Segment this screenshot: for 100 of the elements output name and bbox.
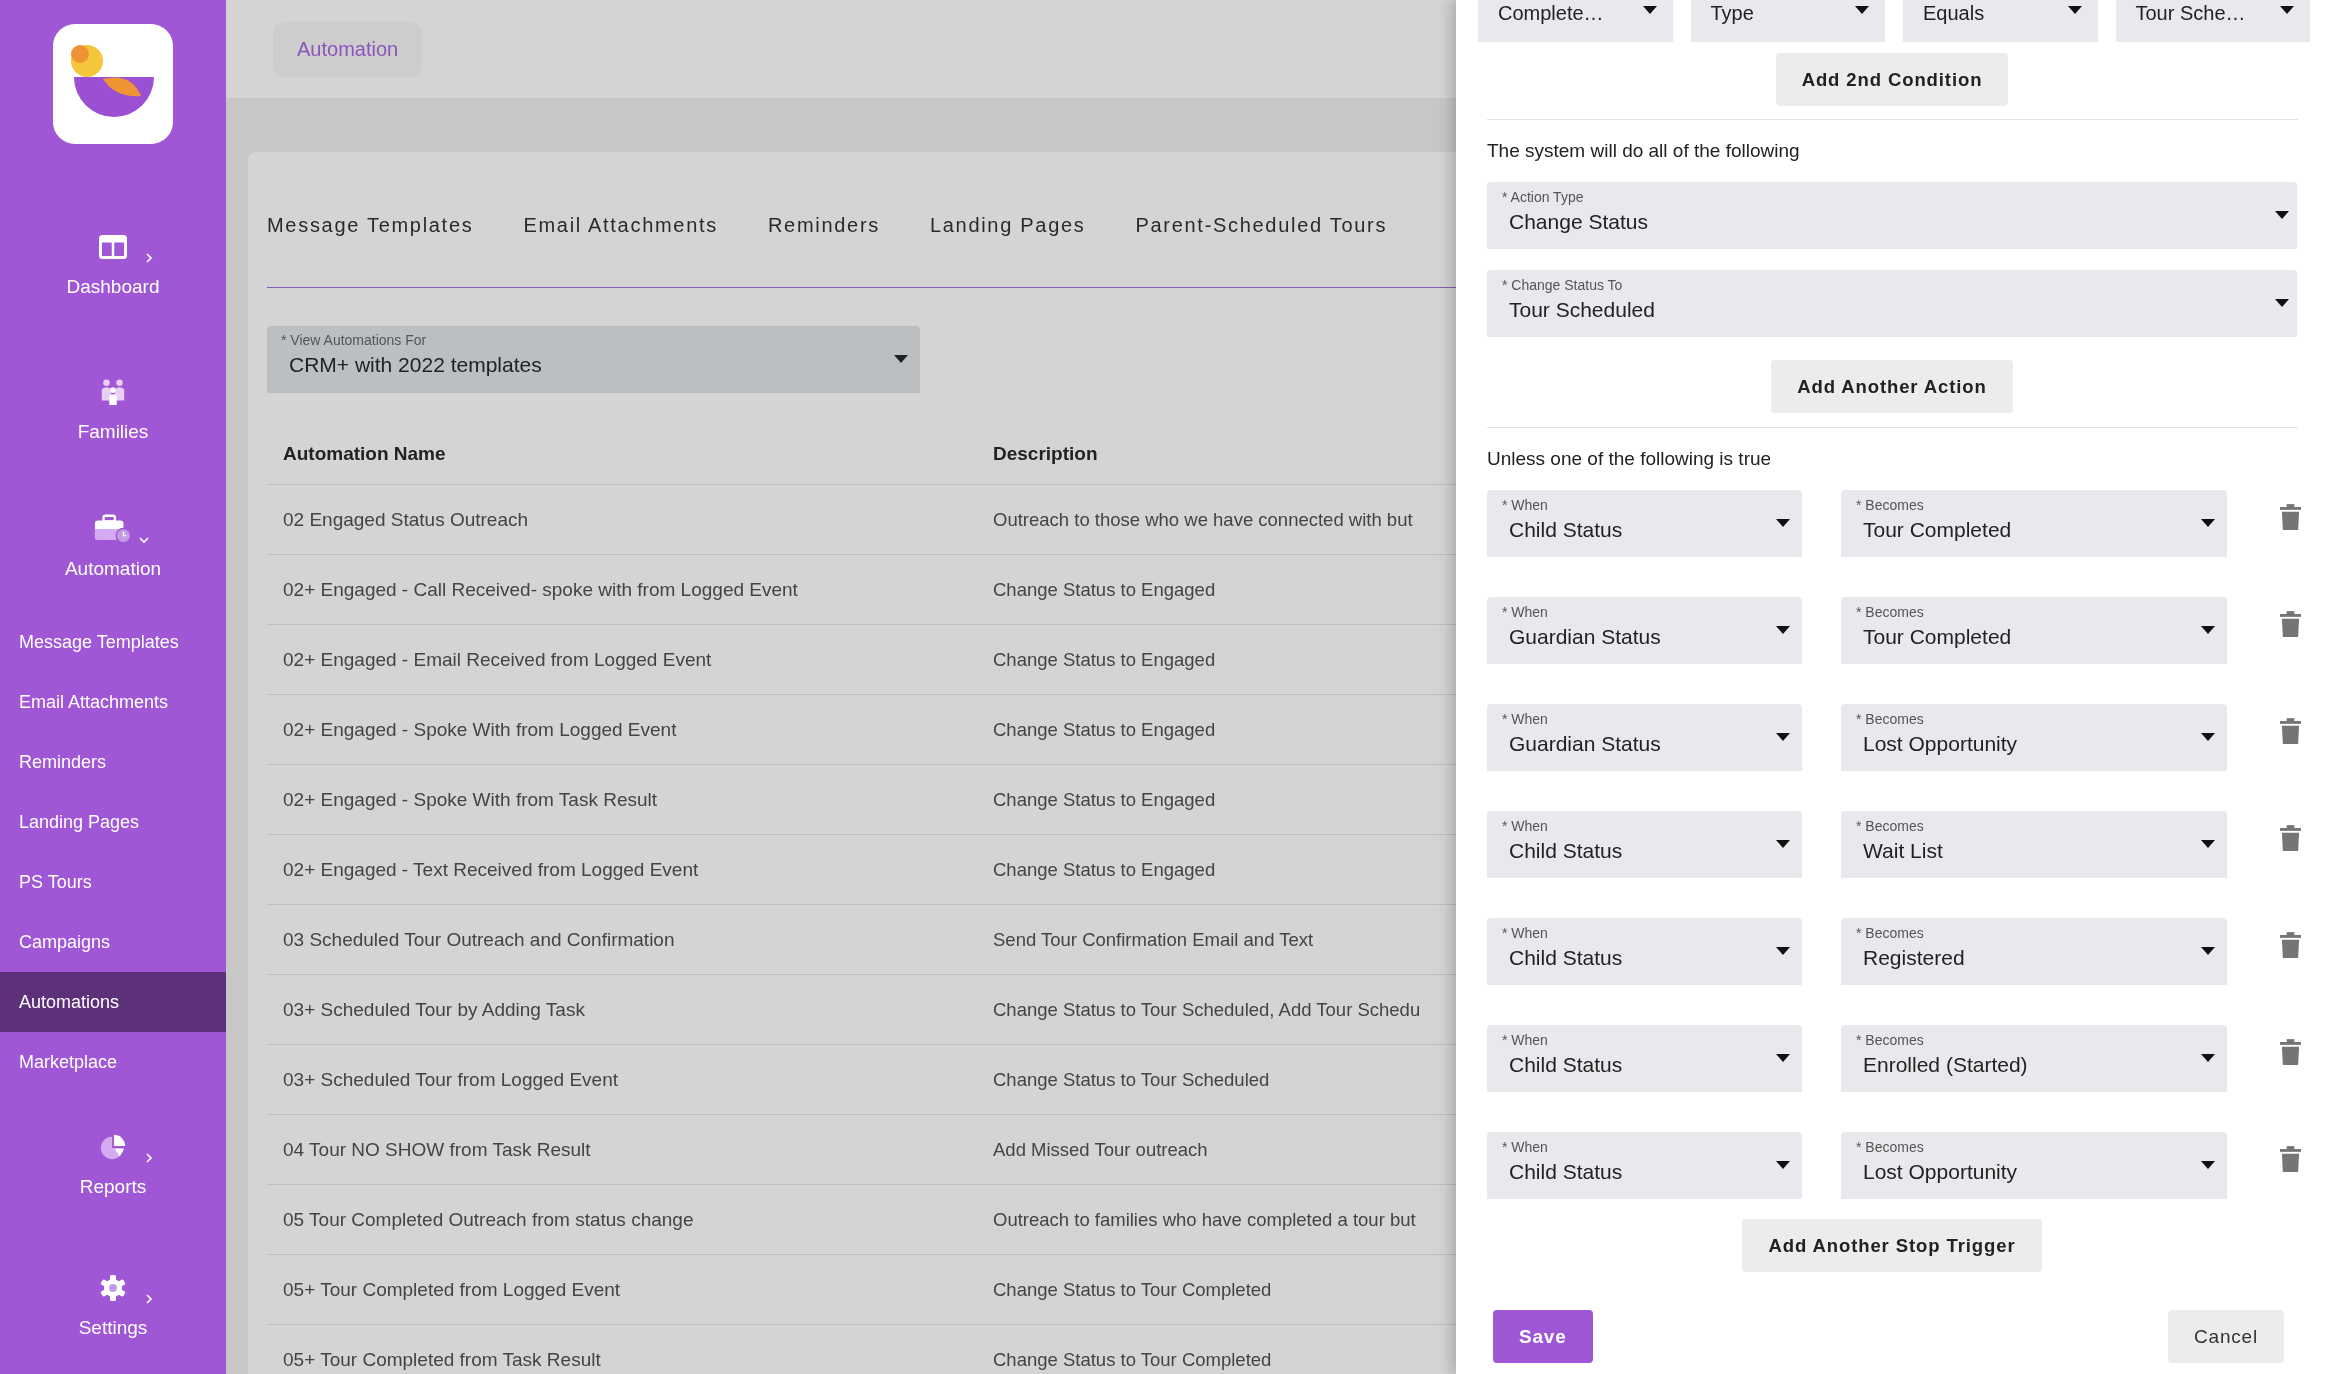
submenu-item[interactable]: Automations: [0, 972, 226, 1032]
chevron-right-icon[interactable]: [143, 251, 155, 264]
table-cell-text: 05 Tour Completed Outreach from status change: [282, 1208, 695, 1231]
settings-icon[interactable]: [99, 1273, 127, 1302]
table-cell-text: 05+ Tour Completed from Logged Event: [282, 1278, 622, 1301]
delete-icon[interactable]: [2280, 1146, 2301, 1173]
delete-icon[interactable]: [2280, 1039, 2301, 1066]
submenu-item[interactable]: Message Templates: [0, 612, 226, 672]
caret-icon: [2275, 211, 2289, 219]
dashboard-icon[interactable]: [99, 232, 127, 261]
tab[interactable]: Message Templates: [267, 214, 474, 237]
field-label: * When: [1502, 711, 1548, 727]
submenu-item[interactable]: Marketplace: [0, 1032, 226, 1092]
field-value: Child Status: [1509, 839, 1623, 863]
caret-icon: [1642, 6, 1657, 14]
table-cell: Add Missed Tour outreach: [993, 1138, 1208, 1161]
table-cell-text: 02+ Engaged - Email Received from Logged Event: [282, 648, 713, 671]
field-value: Tour Scheduled: [1509, 298, 1655, 322]
chevron-down-icon[interactable]: [138, 534, 150, 546]
tab[interactable]: Landing Pages: [929, 214, 1086, 237]
select-field[interactable]: * Becomes Tour Completed: [1841, 490, 2227, 557]
table-cell-text: 02+ Engaged - Text Received from Logged Event: [282, 858, 700, 881]
nav-section-label[interactable]: Reports: [79, 1175, 147, 1198]
delete-icon[interactable]: [2280, 932, 2301, 959]
select-field[interactable]: * Action Type Change Status: [1487, 182, 2297, 249]
chevron-right-icon[interactable]: [143, 1151, 155, 1164]
view-automations-select[interactable]: * View Automations For CRM+ with 2022 templates: [267, 326, 920, 393]
field-label: * Becomes: [1856, 711, 1924, 727]
table-cell-text: 05+ Tour Completed from Task Result: [282, 1348, 602, 1371]
select-field[interactable]: * Becomes Enrolled (Started): [1841, 1025, 2227, 1092]
field-label: * Becomes: [1856, 1032, 1924, 1048]
table-cell: Change Status to Tour Scheduled: [993, 1068, 1270, 1091]
select-field[interactable]: * Change Status To Tour Scheduled: [1487, 270, 2297, 337]
table-cell-text: 02+ Engaged - Spoke With from Logged Event: [282, 718, 678, 741]
caret-icon: [2201, 519, 2215, 527]
add-stop-trigger-button[interactable]: Add Another Stop Trigger: [1742, 1219, 2042, 1272]
select-field[interactable]: * When Guardian Status: [1487, 704, 1802, 771]
tab[interactable]: Email Attachments: [523, 214, 718, 237]
field-value: Guardian Status: [1509, 625, 1661, 649]
delete-icon[interactable]: [2280, 825, 2301, 852]
table-cell: Send Tour Confirmation Email and Text: [993, 928, 1314, 951]
app-logo-icon: [53, 24, 173, 144]
condition-select[interactable]: Complete…: [1478, 0, 1673, 42]
table-cell-text: 02 Engaged Status Outreach: [282, 508, 530, 531]
tab[interactable]: Parent-Scheduled Tours: [1135, 214, 1388, 237]
add-condition-button[interactable]: Add 2nd Condition: [1775, 53, 2009, 106]
select-field[interactable]: * When Guardian Status: [1487, 597, 1802, 664]
table-cell: Change Status to Tour Completed: [993, 1348, 1272, 1371]
save-button[interactable]: Save: [1493, 1310, 1593, 1363]
field-value: Child Status: [1509, 1160, 1623, 1184]
field-label: * Becomes: [1856, 818, 1924, 834]
nav-section-label[interactable]: Automation: [64, 558, 162, 580]
field-label: * Change Status To: [1502, 277, 1623, 293]
chevron-right-icon[interactable]: [143, 1292, 155, 1305]
caret-icon: [894, 355, 908, 363]
nav-section-label[interactable]: Settings: [78, 1316, 148, 1339]
delete-icon[interactable]: [2280, 718, 2301, 745]
select-field[interactable]: * Becomes Registered: [1841, 918, 2227, 985]
select-field[interactable]: * When Child Status: [1487, 918, 1802, 985]
table-cell-text: 03+ Scheduled Tour from Logged Event: [282, 1068, 620, 1091]
select-field[interactable]: * Becomes Wait List: [1841, 811, 2227, 878]
nav-section-label[interactable]: Families: [77, 420, 149, 443]
submenu-item[interactable]: Reminders: [0, 732, 226, 792]
field-label: * Becomes: [1856, 497, 1924, 513]
cancel-button[interactable]: Cancel: [2168, 1310, 2284, 1363]
pie-chart-icon[interactable]: [99, 1132, 127, 1161]
delete-icon[interactable]: [2280, 611, 2301, 638]
condition-select[interactable]: Tour Sche…: [2115, 0, 2310, 42]
field-value: Guardian Status: [1509, 732, 1661, 756]
table-cell: Change Status to Engaged: [993, 788, 1216, 811]
field-value: CRM+ with 2022 templates: [289, 353, 542, 377]
field-label: * Becomes: [1856, 604, 1924, 620]
field-label: * When: [1502, 818, 1548, 834]
submenu-item[interactable]: PS Tours: [0, 852, 226, 912]
tab[interactable]: Reminders: [767, 214, 880, 237]
condition-select[interactable]: Equals: [1903, 0, 2098, 42]
select-field[interactable]: * When Child Status: [1487, 1132, 1802, 1199]
submenu-item[interactable]: Campaigns: [0, 912, 226, 972]
briefcase-clock-icon[interactable]: [94, 514, 132, 544]
select-field[interactable]: * When Child Status: [1487, 1025, 1802, 1092]
field-value: Tour Completed: [1863, 518, 2012, 542]
select-field[interactable]: * Becomes Tour Completed: [1841, 597, 2227, 664]
submenu-item[interactable]: Email Attachments: [0, 672, 226, 732]
select-field[interactable]: * When Child Status: [1487, 490, 1802, 557]
condition-select[interactable]: Type: [1690, 0, 1885, 42]
delete-icon[interactable]: [2280, 504, 2301, 531]
table-cell: Change Status to Tour Completed: [993, 1278, 1272, 1301]
add-action-button[interactable]: Add Another Action: [1771, 360, 2013, 413]
select-field[interactable]: * Becomes Lost Opportunity: [1841, 1132, 2227, 1199]
field-value: Wait List: [1863, 839, 1943, 863]
field-value: Tour Completed: [1863, 625, 2012, 649]
field-value: Child Status: [1509, 1053, 1623, 1077]
field-value: Lost Opportunity: [1863, 1160, 2018, 1184]
caret-icon: [2201, 626, 2215, 634]
submenu-item[interactable]: Landing Pages: [0, 792, 226, 852]
family-icon[interactable]: [99, 377, 127, 406]
select-field[interactable]: * When Child Status: [1487, 811, 1802, 878]
caret-icon: [2201, 1161, 2215, 1169]
nav-section-label[interactable]: Dashboard: [66, 275, 160, 298]
select-field[interactable]: * Becomes Lost Opportunity: [1841, 704, 2227, 771]
